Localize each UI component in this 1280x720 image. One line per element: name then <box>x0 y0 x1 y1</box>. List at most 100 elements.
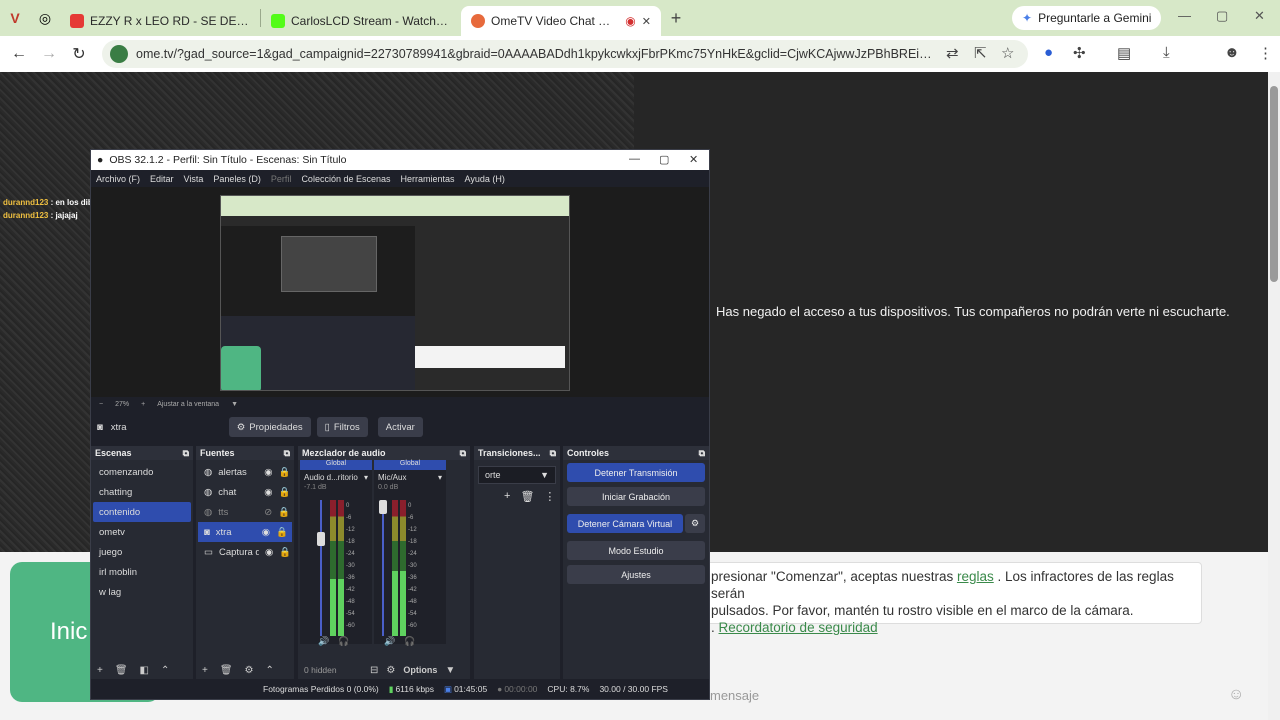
volume-fader[interactable] <box>317 500 325 636</box>
settings-button[interactable]: Ajustes <box>567 565 705 584</box>
source-item[interactable]: ◙ xtra ◉ 🔒 <box>198 522 292 542</box>
menu-edit[interactable]: Editar <box>150 174 174 184</box>
scene-item[interactable]: chatting <box>93 482 191 502</box>
lock-icon[interactable]: 🔒 <box>279 547 291 558</box>
close-window-icon[interactable]: ✕ <box>1254 8 1265 24</box>
lock-icon[interactable]: 🔒 <box>279 467 291 478</box>
profile-avatar-icon[interactable]: ☻ <box>1224 44 1240 61</box>
menu-docks[interactable]: Paneles (D) <box>213 174 261 184</box>
stop-virtual-camera-button[interactable]: Detener Cámara Virtual <box>567 514 683 533</box>
message-input[interactable]: mensaje <box>710 688 759 703</box>
menu-help[interactable]: Ayuda (H) <box>465 174 505 184</box>
new-tab-button[interactable]: + <box>661 8 691 29</box>
extensions-puzzle-icon[interactable]: ✣ <box>1073 44 1086 62</box>
mixer-options-button[interactable]: Options <box>403 665 437 675</box>
mixer-settings-icon[interactable]: ⚙ <box>386 665 395 676</box>
stop-stream-button[interactable]: Detener Transmisión <box>567 463 705 482</box>
eye-hidden-icon[interactable]: ⊘ <box>264 507 272 518</box>
rules-link[interactable]: reglas <box>957 569 994 584</box>
headphone-icon[interactable]: 🎧 <box>404 636 415 647</box>
emoji-icon[interactable]: ☺ <box>1228 686 1244 704</box>
maximize-icon[interactable]: ▢ <box>1216 8 1228 24</box>
activate-button[interactable]: Activar <box>377 417 423 437</box>
back-icon[interactable]: ← <box>4 45 34 63</box>
dock-undock-icon[interactable]: ⧉ <box>699 448 705 459</box>
start-recording-button[interactable]: Iniciar Grabación <box>567 487 705 506</box>
scrollbar-thumb[interactable] <box>1270 86 1278 282</box>
pinned-tab-vivaldi[interactable]: V <box>0 0 30 36</box>
fit-dropdown-icon[interactable]: ▼ <box>231 401 238 408</box>
menu-scene-collection[interactable]: Colección de Escenas <box>301 174 390 184</box>
cast-icon[interactable]: ⇱ <box>974 44 987 62</box>
close-tab-icon[interactable]: ✕ <box>642 15 651 28</box>
eye-icon[interactable]: ◉ <box>265 547 273 558</box>
chevron-down-icon[interactable]: ▼ <box>445 665 455 676</box>
move-up-icon[interactable]: ⌃ <box>161 665 169 676</box>
scene-filters-icon[interactable]: ◧ <box>140 665 149 676</box>
move-up-icon[interactable]: ⌃ <box>266 665 274 676</box>
dock-undock-icon[interactable]: ⧉ <box>550 448 556 459</box>
properties-button[interactable]: ⚙ Propiedades <box>228 417 311 437</box>
address-bar[interactable]: ome.tv/?gad_source=1&gad_campaignid=2273… <box>102 40 1028 68</box>
source-settings-icon[interactable]: ⚙ <box>245 665 254 676</box>
vcam-settings-icon[interactable]: ⚙ <box>685 514 705 533</box>
obs-preview[interactable] <box>91 187 709 397</box>
lock-icon[interactable]: 🔒 <box>279 487 291 498</box>
scene-item[interactable]: irl moblin <box>93 562 191 582</box>
lock-icon[interactable]: 🔒 <box>278 507 290 518</box>
zoom-in-icon[interactable]: + <box>141 401 145 408</box>
channel-name[interactable]: Audio d...ritorio ▾ <box>300 470 372 484</box>
scene-item[interactable]: comenzando <box>93 462 191 482</box>
headphone-icon[interactable]: 🎧 <box>338 636 349 647</box>
obs-maximize-icon[interactable]: ▢ <box>659 153 669 166</box>
dock-undock-icon[interactable]: ⧉ <box>460 448 466 459</box>
scene-item[interactable]: contenido <box>93 502 191 522</box>
pinned-tab-web[interactable]: ◎ <box>30 0 60 36</box>
menu-profile[interactable]: Perfil <box>271 174 292 184</box>
eye-icon[interactable]: ◉ <box>264 487 272 498</box>
lock-icon[interactable]: 🔒 <box>276 527 288 538</box>
add-transition-icon[interactable]: + <box>504 490 510 503</box>
fader-knob[interactable] <box>379 500 387 514</box>
page-scrollbar[interactable] <box>1268 72 1280 720</box>
source-item[interactable]: ◍ tts ⊘ 🔒 <box>198 502 292 522</box>
minimize-icon[interactable]: — <box>1178 8 1191 23</box>
eye-icon[interactable]: ◉ <box>264 467 272 478</box>
filters-button[interactable]: ▯ Filtros <box>316 417 368 437</box>
site-info-icon[interactable] <box>110 45 128 63</box>
source-item[interactable]: ◍ chat ◉ 🔒 <box>198 482 292 502</box>
tab-kick[interactable]: CarlosLCD Stream - Watch Live <box>261 6 461 36</box>
obs-close-icon[interactable]: ✕ <box>689 153 698 166</box>
eye-icon[interactable]: ◉ <box>262 527 270 538</box>
remove-source-icon[interactable]: 🗑 <box>220 665 233 676</box>
extension-badge-icon[interactable]: ● <box>1044 44 1053 61</box>
translate-icon[interactable]: ⇄ <box>946 44 959 62</box>
add-scene-icon[interactable]: + <box>97 665 103 676</box>
zoom-out-icon[interactable]: − <box>99 401 103 408</box>
menu-file[interactable]: Archivo (F) <box>96 174 140 184</box>
mixer-layout-icon[interactable]: ⊟ <box>370 665 378 676</box>
gemini-button[interactable]: ✦ Preguntarle a Gemini <box>1012 6 1162 30</box>
remove-scene-icon[interactable]: 🗑 <box>115 665 128 676</box>
remove-transition-icon[interactable]: 🗑 <box>520 490 534 503</box>
bookmark-star-icon[interactable]: ☆ <box>1001 44 1014 62</box>
fit-to-window-button[interactable]: Ajustar a la ventana <box>157 401 219 408</box>
tab-ometv[interactable]: OmeTV Video Chat — Alter ◉ ✕ <box>461 6 661 36</box>
add-source-icon[interactable]: + <box>202 665 208 676</box>
menu-view[interactable]: Vista <box>184 174 204 184</box>
reload-icon[interactable]: ↻ <box>64 44 94 64</box>
speaker-icon[interactable]: 🔊 <box>384 636 395 647</box>
safety-reminder-link[interactable]: Recordatorio de seguridad <box>719 620 878 635</box>
dock-undock-icon[interactable]: ⧉ <box>183 448 189 459</box>
fader-knob[interactable] <box>317 532 325 546</box>
more-icon[interactable]: ⋮ <box>544 490 555 503</box>
url-text[interactable]: ome.tv/?gad_source=1&gad_campaignid=2273… <box>136 47 1028 61</box>
scene-item[interactable]: w lag <box>93 582 191 602</box>
dock-undock-icon[interactable]: ⧉ <box>284 448 290 459</box>
download-icon[interactable]: ⤓ <box>1163 44 1170 61</box>
tab-youtube[interactable]: EZZY R x LEO RD - SE DEJO DEL <box>60 6 260 36</box>
menu-tools[interactable]: Herramientas <box>401 174 455 184</box>
scene-item[interactable]: juego <box>93 542 191 562</box>
volume-fader[interactable] <box>379 500 387 636</box>
source-item[interactable]: ▭ Captura d ◉ 🔒 <box>198 542 292 562</box>
